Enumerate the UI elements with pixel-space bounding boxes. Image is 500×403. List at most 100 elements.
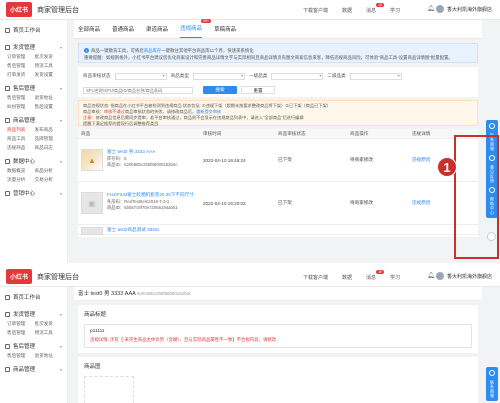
sidebar-group-aftersale[interactable]: 售后管理 ▾ bbox=[0, 81, 67, 95]
sidebar-item-aftersale[interactable]: 售后管理 bbox=[7, 330, 35, 336]
top-navbar: 小红书 商家管理后台 下载客户端 数据 消息 19 学习 🔔︎ 香大利凯海外旗舰店 bbox=[0, 267, 500, 287]
sidebar-item-home[interactable]: 首页工作台 bbox=[0, 290, 67, 304]
shipping-icon bbox=[5, 311, 10, 317]
sidebar-item-aftersale-mgmt[interactable]: 售后管理 bbox=[7, 95, 35, 101]
username[interactable]: 香大利凯海外旗舰店 bbox=[447, 6, 492, 13]
messages-link[interactable]: 消息 19 bbox=[366, 3, 384, 14]
sidebar-group-shipping[interactable]: 发货管理 ▾ bbox=[0, 307, 67, 321]
user-menu[interactable]: 🔔︎ 香大利凯海外旗舰店 bbox=[427, 5, 492, 13]
avatar[interactable] bbox=[435, 272, 444, 280]
sidebar-item-product-list[interactable]: 商品列表 bbox=[7, 127, 35, 133]
warning-resubmit-link[interactable]: 重新提交审核 bbox=[196, 109, 221, 114]
sidebar-item-product-log[interactable]: 商品日志 bbox=[35, 145, 63, 151]
sidebar-item-print[interactable]: 打单发货 bbox=[7, 72, 35, 78]
bell-icon[interactable]: 🔔︎ bbox=[427, 6, 435, 13]
violation-table: 商品 审核时间 商品审核状态 商品操作 违规详情 ▲ 富士 test0 男 33… bbox=[78, 129, 478, 237]
search-button[interactable]: 搜索 bbox=[203, 86, 237, 94]
sidebar-group-data[interactable]: 数据中心 ▾ bbox=[0, 154, 67, 168]
sidebar-group-aftersale[interactable]: 售后管理 ▾ bbox=[0, 339, 67, 353]
product-icon bbox=[5, 366, 10, 372]
chevron-down-icon: ▾ bbox=[59, 343, 62, 349]
sidebar-item-trade[interactable]: 交易分析 bbox=[35, 177, 63, 183]
sidebar-item-home[interactable]: 首页工作台 bbox=[0, 23, 67, 37]
sidebar-item-batch-ship[interactable]: 批次发货 bbox=[35, 321, 63, 327]
product-type-select[interactable] bbox=[192, 72, 245, 80]
data-link[interactable]: 数据 bbox=[342, 7, 352, 14]
sidebar-item-disputes[interactable]: 纠纷管理 bbox=[7, 104, 35, 110]
audit-status-select[interactable] bbox=[114, 72, 167, 80]
table-row: ▲ 富士 test0 男 3333 AAA 库存码：6 商品ID：620b98b… bbox=[78, 139, 478, 182]
sidebar-item-violations[interactable]: 违规商品 bbox=[7, 145, 35, 151]
table-row: 富士 test2商品测试 333sx bbox=[78, 225, 478, 235]
tab-all-products[interactable]: 全部商品 bbox=[78, 25, 100, 38]
sidebar-item-product-analysis[interactable]: 商品分析 bbox=[35, 168, 63, 174]
sidebar: 首页工作台 发货管理 ▾ 订单管理 批次发货 售后管理 物流工具 售后管理 ▾ 售后… bbox=[0, 287, 68, 403]
violation-reason-link[interactable]: 违规原因 bbox=[412, 200, 430, 205]
messages-link[interactable]: 消息 19 bbox=[366, 270, 384, 281]
sidebar-item-traffic[interactable]: 流量分析 bbox=[7, 177, 35, 183]
sidebar-item-batch-ship[interactable]: 批次发货 bbox=[35, 54, 63, 60]
app-logo[interactable]: 小红书 bbox=[6, 2, 33, 17]
aftersale-icon bbox=[5, 343, 10, 349]
user-menu[interactable]: 🔔︎ 香大利凯海外旗舰店 bbox=[427, 272, 492, 280]
sidebar-item-aftersale[interactable]: 售后管理 bbox=[7, 63, 35, 69]
sidebar-item-logistics[interactable]: 物流工具 bbox=[35, 63, 63, 69]
tab-draft-products[interactable]: 草稿商品 bbox=[214, 25, 236, 38]
reset-button[interactable]: 重置 bbox=[241, 86, 275, 94]
product-name-link[interactable]: FUJIFILM富士胶相机套装20 30下不同尺寸 bbox=[107, 192, 194, 199]
learn-link[interactable]: 学习 bbox=[390, 274, 400, 281]
notice-link[interactable]: 商品库存 bbox=[144, 48, 162, 53]
audit-time: 2022-04-10 16:46:24 bbox=[203, 157, 246, 163]
tab-violation-products[interactable]: 违规商品 99+ bbox=[180, 19, 212, 38]
sidebar-item-orders[interactable]: 订单管理 bbox=[7, 321, 35, 327]
warning-line2-text: 商品审核状态的失败，请修改商品后， bbox=[124, 109, 197, 114]
table-row: ▣ FUJIFILM富士胶相机套装20 30下不同尺寸 条形码：RedTestI… bbox=[78, 182, 478, 225]
sidebar-group-marketing[interactable]: 营销中心 ▾ bbox=[0, 186, 67, 200]
sidebar-item-return-address[interactable]: 退货地址 bbox=[35, 353, 63, 359]
sidebar-item-publish[interactable]: 发布商品 bbox=[35, 127, 63, 133]
violation-reason-link[interactable]: 违规原因 bbox=[412, 157, 430, 162]
image-placeholder-icon[interactable]: ▣ bbox=[81, 192, 103, 214]
col-actions: 商品操作 bbox=[350, 130, 369, 136]
product-tabs: 全部商品 普通商品 渠道商品 违规商品 99+ 草稿商品 bbox=[74, 19, 482, 39]
tab-normal-products[interactable]: 普通商品 bbox=[112, 25, 134, 38]
sidebar-group-products[interactable]: 商品管理 ▾ bbox=[0, 113, 67, 127]
bell-icon[interactable]: 🔔︎ bbox=[427, 273, 435, 280]
sidebar-item-ship-settings[interactable]: 发货设置 bbox=[35, 72, 63, 78]
sidebar-group-shipping[interactable]: 发货管理 ▾ bbox=[0, 40, 67, 54]
sidebar-item-aftersale-mgmt[interactable]: 售后管理 bbox=[7, 353, 35, 359]
download-client-link[interactable]: 下载客户端 bbox=[303, 7, 328, 14]
product-name-link[interactable]: 富士 test2商品测试 333sx bbox=[107, 227, 159, 233]
audit-status: 已下架 bbox=[278, 157, 292, 162]
sidebar-item-product-tools[interactable]: 商品工具 bbox=[7, 136, 35, 142]
image-section: 商品图 bbox=[78, 357, 478, 403]
product-thumbnail[interactable] bbox=[81, 227, 103, 235]
username[interactable]: 香大利凯海外旗舰店 bbox=[447, 273, 492, 280]
learn-link[interactable]: 学习 bbox=[390, 7, 400, 14]
tab-badge: 99+ bbox=[201, 19, 212, 23]
sidebar-item-logistics[interactable]: 物流工具 bbox=[35, 330, 63, 336]
category1-select[interactable] bbox=[271, 72, 324, 80]
tab-channel-products[interactable]: 渠道商品 bbox=[146, 25, 168, 38]
avatar[interactable] bbox=[435, 5, 444, 13]
product-thumbnail[interactable]: ▲ bbox=[81, 149, 103, 171]
chart-icon bbox=[5, 158, 10, 164]
search-input[interactable] bbox=[83, 86, 193, 94]
download-client-link[interactable]: 下载客户端 bbox=[303, 274, 328, 281]
sidebar-item-aftersale-settings[interactable]: 售后设置 bbox=[35, 104, 63, 110]
sidebar-item-orders[interactable]: 订单管理 bbox=[7, 54, 35, 60]
product-id: 商品ID：5b557c8f70e72056194ab51 bbox=[107, 205, 178, 210]
category2-select[interactable] bbox=[349, 72, 402, 80]
app-logo[interactable]: 小红书 bbox=[6, 269, 33, 284]
contact-service-button[interactable]: 联系商服 bbox=[489, 380, 495, 398]
sidebar-item-return-address[interactable]: 退货地址 bbox=[35, 95, 63, 101]
sidebar-item-brands[interactable]: 品牌管理 bbox=[35, 136, 63, 142]
audit-time: 2022-04-10 16:20:02 bbox=[203, 200, 246, 206]
chevron-down-icon: ▾ bbox=[59, 311, 62, 317]
sidebar-item-data-overview[interactable]: 数据概览 bbox=[7, 168, 35, 174]
violation-warning: 商品违规状态: 指商品在小红书平台被检测到违规商品 状态包括: ①违规下架（超期… bbox=[78, 100, 478, 126]
sidebar-group-products[interactable]: 商品管理 ▾ bbox=[0, 362, 67, 376]
data-link[interactable]: 数据 bbox=[342, 274, 352, 281]
annotation-highlight-box bbox=[454, 135, 499, 259]
section-title: 商品图 bbox=[84, 364, 101, 370]
